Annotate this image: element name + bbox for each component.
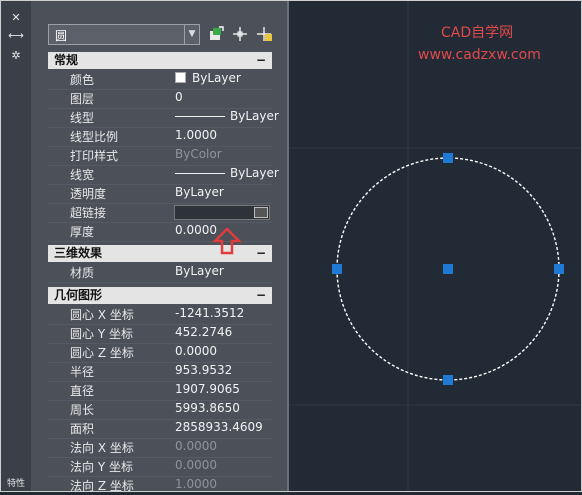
section-general-label: 常规 xyxy=(54,53,79,67)
row-label: 线型比例 xyxy=(70,130,119,144)
collapse-icon[interactable]: − xyxy=(256,287,266,304)
color-swatch-icon xyxy=(175,72,186,83)
row-value: ByLayer xyxy=(230,109,279,123)
row-diameter[interactable]: 直径 1907.9065 xyxy=(48,381,272,401)
grip-top[interactable] xyxy=(443,153,453,163)
row-linetype[interactable]: 线型 ByLayer xyxy=(48,108,279,128)
row-label: 直径 xyxy=(70,384,95,398)
lineweight-preview xyxy=(175,173,225,174)
collapse-icon[interactable]: − xyxy=(256,52,266,69)
palette-title-bar[interactable]: ✕ ⟷ ✲ 特性 xyxy=(1,1,32,491)
row-label: 线型 xyxy=(70,111,95,125)
row-value: 953.9532 xyxy=(175,363,233,377)
section-geometry[interactable]: 几何图形 − xyxy=(48,287,272,304)
row-label: 材质 xyxy=(70,266,95,280)
row-label: 法向 X 坐标 xyxy=(70,441,134,455)
row-value: 2858933.4609 xyxy=(175,420,263,434)
annotation-arrow-icon xyxy=(212,227,242,255)
row-value: 0.0000 xyxy=(175,223,217,237)
row-radius[interactable]: 半径 953.9532 xyxy=(48,362,272,382)
row-value: 452.2746 xyxy=(175,325,233,339)
grip-right[interactable] xyxy=(554,264,564,274)
section-geometry-label: 几何图形 xyxy=(54,288,103,302)
row-value: 0.0000 xyxy=(175,439,217,453)
row-label: 打印样式 xyxy=(70,149,119,163)
watermark-url: www.cadzxw.com xyxy=(418,47,541,63)
section-3d-label: 三维效果 xyxy=(54,246,103,260)
row-value: 0 xyxy=(175,90,183,104)
row-value: 1.0000 xyxy=(175,477,217,491)
row-value: 0.0000 xyxy=(175,458,217,472)
row-label: 圆心 Z 坐标 xyxy=(70,346,134,360)
row-value: ByLayer xyxy=(175,264,224,278)
row-label: 圆心 X 坐标 xyxy=(70,308,134,322)
row-label: 圆心 Y 坐标 xyxy=(70,327,133,341)
grip-center[interactable] xyxy=(443,264,453,274)
row-center-x[interactable]: 圆心 X 坐标 -1241.3512 xyxy=(48,305,272,325)
row-normal-x[interactable]: 法向 X 坐标 0.0000 xyxy=(48,438,272,458)
drawing-canvas[interactable] xyxy=(289,1,581,491)
row-label: 厚度 xyxy=(70,225,95,239)
settings-icon[interactable]: ✲ xyxy=(1,47,31,65)
row-label: 半径 xyxy=(70,365,95,379)
row-value: ByLayer xyxy=(192,71,241,85)
row-normal-z[interactable]: 法向 Z 坐标 1.0000 xyxy=(48,476,272,495)
grip-bottom[interactable] xyxy=(443,375,453,385)
collapse-icon[interactable]: − xyxy=(256,245,266,262)
row-area[interactable]: 面积 2858933.4609 xyxy=(48,419,272,439)
row-value: ByColor xyxy=(175,147,222,161)
row-center-y[interactable]: 圆心 Y 坐标 452.2746 xyxy=(48,324,272,344)
row-layer[interactable]: 图层 0 xyxy=(48,89,272,109)
row-label: 图层 xyxy=(70,92,95,106)
row-value: ByLayer xyxy=(230,166,279,180)
watermark-title: CAD自学网 xyxy=(441,25,514,41)
hyperlink-browse-icon[interactable] xyxy=(254,207,268,218)
palette-title: 特性 xyxy=(6,479,25,489)
row-color[interactable]: 颜色 ByLayer xyxy=(48,70,272,90)
row-hyperlink[interactable]: 超链接 xyxy=(48,203,272,223)
row-value: 0.0000 xyxy=(175,344,217,358)
row-normal-y[interactable]: 法向 Y 坐标 0.0000 xyxy=(48,457,272,477)
row-label: 法向 Z 坐标 xyxy=(70,479,134,493)
row-lineweight[interactable]: 线宽 ByLayer xyxy=(48,165,279,185)
row-material[interactable]: 材质 ByLayer xyxy=(48,263,272,283)
row-label: 颜色 xyxy=(70,73,95,87)
row-value: -1241.3512 xyxy=(175,306,245,320)
row-plot-style[interactable]: 打印样式 ByColor xyxy=(48,146,272,166)
row-center-z[interactable]: 圆心 Z 坐标 0.0000 xyxy=(48,343,272,363)
row-value: ByLayer xyxy=(175,185,224,199)
linetype-preview xyxy=(175,116,225,117)
close-icon[interactable]: ✕ xyxy=(1,9,31,27)
row-label: 周长 xyxy=(70,403,95,417)
property-grid: 常规 − 颜色 ByLayer 图层 0 线型 ByLayer 线型比例 1.0… xyxy=(31,1,287,493)
row-value: 5993.8650 xyxy=(175,401,240,415)
row-transparency[interactable]: 透明度 ByLayer xyxy=(48,184,272,204)
row-circumference[interactable]: 周长 5993.8650 xyxy=(48,400,272,420)
section-general[interactable]: 常规 − xyxy=(48,52,272,69)
row-label: 线宽 xyxy=(70,168,95,182)
hyperlink-field[interactable] xyxy=(174,205,270,220)
row-label: 面积 xyxy=(70,422,95,436)
row-label: 超链接 xyxy=(70,206,107,220)
grip-left[interactable] xyxy=(332,264,342,274)
row-linetype-scale[interactable]: 线型比例 1.0000 xyxy=(48,127,272,147)
auto-hide-icon[interactable]: ⟷ xyxy=(1,27,31,45)
row-value: 1.0000 xyxy=(175,128,217,142)
row-label: 法向 Y 坐标 xyxy=(70,460,133,474)
row-value: 1907.9065 xyxy=(175,382,240,396)
row-label: 透明度 xyxy=(70,187,107,201)
